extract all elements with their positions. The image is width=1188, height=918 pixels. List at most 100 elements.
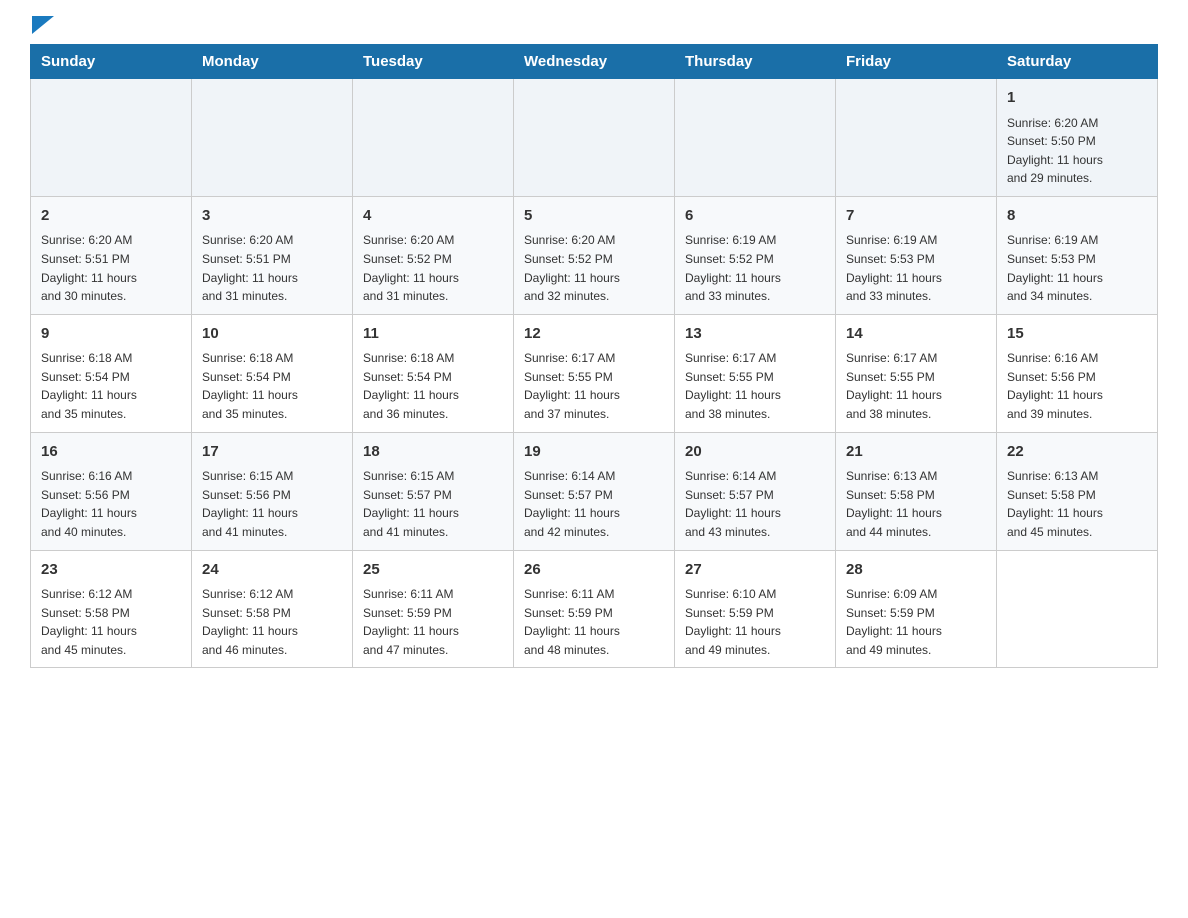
calendar-cell: 9 Sunrise: 6:18 AMSunset: 5:54 PMDaylight… — [31, 314, 192, 432]
day-number: 20 — [685, 441, 825, 464]
calendar-cell: 21 Sunrise: 6:13 AMSunset: 5:58 PMDayligh… — [836, 432, 997, 550]
weekday-header-thursday: Thursday — [675, 45, 836, 79]
day-number: 24 — [202, 559, 342, 582]
day-info: Sunrise: 6:19 AMSunset: 5:53 PMDaylight:… — [1007, 231, 1147, 305]
day-number: 25 — [363, 559, 503, 582]
calendar-cell: 3 Sunrise: 6:20 AMSunset: 5:51 PMDaylight… — [192, 196, 353, 314]
calendar-week-row: 16 Sunrise: 6:16 AMSunset: 5:56 PMDayligh… — [31, 432, 1158, 550]
calendar-cell: 20 Sunrise: 6:14 AMSunset: 5:57 PMDayligh… — [675, 432, 836, 550]
weekday-header-wednesday: Wednesday — [514, 45, 675, 79]
day-number: 15 — [1007, 323, 1147, 346]
day-number: 2 — [41, 205, 181, 228]
day-number: 9 — [41, 323, 181, 346]
calendar-cell — [353, 79, 514, 197]
day-number: 8 — [1007, 205, 1147, 228]
day-info: Sunrise: 6:12 AMSunset: 5:58 PMDaylight:… — [41, 585, 181, 659]
day-number: 26 — [524, 559, 664, 582]
calendar-week-row: 9 Sunrise: 6:18 AMSunset: 5:54 PMDaylight… — [31, 314, 1158, 432]
weekday-header-row: SundayMondayTuesdayWednesdayThursdayFrid… — [31, 45, 1158, 79]
day-info: Sunrise: 6:18 AMSunset: 5:54 PMDaylight:… — [202, 349, 342, 423]
day-info: Sunrise: 6:19 AMSunset: 5:52 PMDaylight:… — [685, 231, 825, 305]
calendar-cell: 19 Sunrise: 6:14 AMSunset: 5:57 PMDayligh… — [514, 432, 675, 550]
calendar-cell: 28 Sunrise: 6:09 AMSunset: 5:59 PMDayligh… — [836, 550, 997, 668]
day-number: 17 — [202, 441, 342, 464]
calendar-cell: 4 Sunrise: 6:20 AMSunset: 5:52 PMDaylight… — [353, 196, 514, 314]
day-info: Sunrise: 6:20 AMSunset: 5:52 PMDaylight:… — [524, 231, 664, 305]
calendar-week-row: 2 Sunrise: 6:20 AMSunset: 5:51 PMDaylight… — [31, 196, 1158, 314]
day-info: Sunrise: 6:14 AMSunset: 5:57 PMDaylight:… — [524, 467, 664, 541]
logo — [30, 20, 54, 34]
day-info: Sunrise: 6:16 AMSunset: 5:56 PMDaylight:… — [41, 467, 181, 541]
day-info: Sunrise: 6:20 AMSunset: 5:52 PMDaylight:… — [363, 231, 503, 305]
day-number: 1 — [1007, 87, 1147, 110]
day-number: 19 — [524, 441, 664, 464]
calendar-cell: 27 Sunrise: 6:10 AMSunset: 5:59 PMDayligh… — [675, 550, 836, 668]
day-info: Sunrise: 6:10 AMSunset: 5:59 PMDaylight:… — [685, 585, 825, 659]
calendar-cell: 16 Sunrise: 6:16 AMSunset: 5:56 PMDayligh… — [31, 432, 192, 550]
calendar-cell: 22Sunrise: 6:13 AMSunset: 5:58 PMDayligh… — [997, 432, 1158, 550]
calendar-cell — [836, 79, 997, 197]
day-number: 28 — [846, 559, 986, 582]
day-info: Sunrise: 6:16 AMSunset: 5:56 PMDaylight:… — [1007, 349, 1147, 423]
day-number: 14 — [846, 323, 986, 346]
day-number: 3 — [202, 205, 342, 228]
day-number: 21 — [846, 441, 986, 464]
calendar-cell: 26 Sunrise: 6:11 AMSunset: 5:59 PMDayligh… — [514, 550, 675, 668]
calendar-table: SundayMondayTuesdayWednesdayThursdayFrid… — [30, 44, 1158, 668]
calendar-header: SundayMondayTuesdayWednesdayThursdayFrid… — [31, 45, 1158, 79]
calendar-cell: 7Sunrise: 6:19 AMSunset: 5:53 PMDaylight… — [836, 196, 997, 314]
day-info: Sunrise: 6:09 AMSunset: 5:59 PMDaylight:… — [846, 585, 986, 659]
day-info: Sunrise: 6:20 AMSunset: 5:50 PMDaylight:… — [1007, 114, 1147, 188]
calendar-cell: 13 Sunrise: 6:17 AMSunset: 5:55 PMDayligh… — [675, 314, 836, 432]
day-info: Sunrise: 6:18 AMSunset: 5:54 PMDaylight:… — [363, 349, 503, 423]
calendar-cell: 15 Sunrise: 6:16 AMSunset: 5:56 PMDayligh… — [997, 314, 1158, 432]
calendar-cell — [514, 79, 675, 197]
day-number: 5 — [524, 205, 664, 228]
day-info: Sunrise: 6:20 AMSunset: 5:51 PMDaylight:… — [41, 231, 181, 305]
day-info: Sunrise: 6:20 AMSunset: 5:51 PMDaylight:… — [202, 231, 342, 305]
calendar-cell — [31, 79, 192, 197]
day-number: 4 — [363, 205, 503, 228]
calendar-week-row: 23Sunrise: 6:12 AMSunset: 5:58 PMDayligh… — [31, 550, 1158, 668]
day-info: Sunrise: 6:17 AMSunset: 5:55 PMDaylight:… — [846, 349, 986, 423]
calendar-cell — [675, 79, 836, 197]
day-number: 6 — [685, 205, 825, 228]
calendar-cell: 18Sunrise: 6:15 AMSunset: 5:57 PMDayligh… — [353, 432, 514, 550]
calendar-cell: 24Sunrise: 6:12 AMSunset: 5:58 PMDayligh… — [192, 550, 353, 668]
day-info: Sunrise: 6:14 AMSunset: 5:57 PMDaylight:… — [685, 467, 825, 541]
weekday-header-saturday: Saturday — [997, 45, 1158, 79]
day-info: Sunrise: 6:11 AMSunset: 5:59 PMDaylight:… — [363, 585, 503, 659]
calendar-week-row: 1 Sunrise: 6:20 AMSunset: 5:50 PMDaylight… — [31, 79, 1158, 197]
calendar-cell: 14 Sunrise: 6:17 AMSunset: 5:55 PMDayligh… — [836, 314, 997, 432]
day-info: Sunrise: 6:15 AMSunset: 5:56 PMDaylight:… — [202, 467, 342, 541]
day-info: Sunrise: 6:19 AMSunset: 5:53 PMDaylight:… — [846, 231, 986, 305]
calendar-cell — [997, 550, 1158, 668]
page-header — [30, 20, 1158, 34]
weekday-header-sunday: Sunday — [31, 45, 192, 79]
logo-arrow-icon — [32, 16, 54, 34]
calendar-cell: 10 Sunrise: 6:18 AMSunset: 5:54 PMDayligh… — [192, 314, 353, 432]
day-info: Sunrise: 6:18 AMSunset: 5:54 PMDaylight:… — [41, 349, 181, 423]
day-info: Sunrise: 6:17 AMSunset: 5:55 PMDaylight:… — [685, 349, 825, 423]
weekday-header-monday: Monday — [192, 45, 353, 79]
day-info: Sunrise: 6:11 AMSunset: 5:59 PMDaylight:… — [524, 585, 664, 659]
day-number: 16 — [41, 441, 181, 464]
calendar-cell — [192, 79, 353, 197]
day-number: 10 — [202, 323, 342, 346]
day-info: Sunrise: 6:13 AMSunset: 5:58 PMDaylight:… — [846, 467, 986, 541]
weekday-header-friday: Friday — [836, 45, 997, 79]
day-info: Sunrise: 6:15 AMSunset: 5:57 PMDaylight:… — [363, 467, 503, 541]
calendar-cell: 25 Sunrise: 6:11 AMSunset: 5:59 PMDayligh… — [353, 550, 514, 668]
calendar-cell: 2 Sunrise: 6:20 AMSunset: 5:51 PMDaylight… — [31, 196, 192, 314]
day-number: 12 — [524, 323, 664, 346]
day-number: 13 — [685, 323, 825, 346]
day-number: 27 — [685, 559, 825, 582]
calendar-cell: 5 Sunrise: 6:20 AMSunset: 5:52 PMDaylight… — [514, 196, 675, 314]
day-number: 11 — [363, 323, 503, 346]
day-info: Sunrise: 6:13 AMSunset: 5:58 PMDaylight:… — [1007, 467, 1147, 541]
calendar-cell: 23Sunrise: 6:12 AMSunset: 5:58 PMDayligh… — [31, 550, 192, 668]
calendar-cell: 8 Sunrise: 6:19 AMSunset: 5:53 PMDaylight… — [997, 196, 1158, 314]
calendar-cell: 1 Sunrise: 6:20 AMSunset: 5:50 PMDaylight… — [997, 79, 1158, 197]
day-info: Sunrise: 6:17 AMSunset: 5:55 PMDaylight:… — [524, 349, 664, 423]
calendar-body: 1 Sunrise: 6:20 AMSunset: 5:50 PMDaylight… — [31, 79, 1158, 668]
